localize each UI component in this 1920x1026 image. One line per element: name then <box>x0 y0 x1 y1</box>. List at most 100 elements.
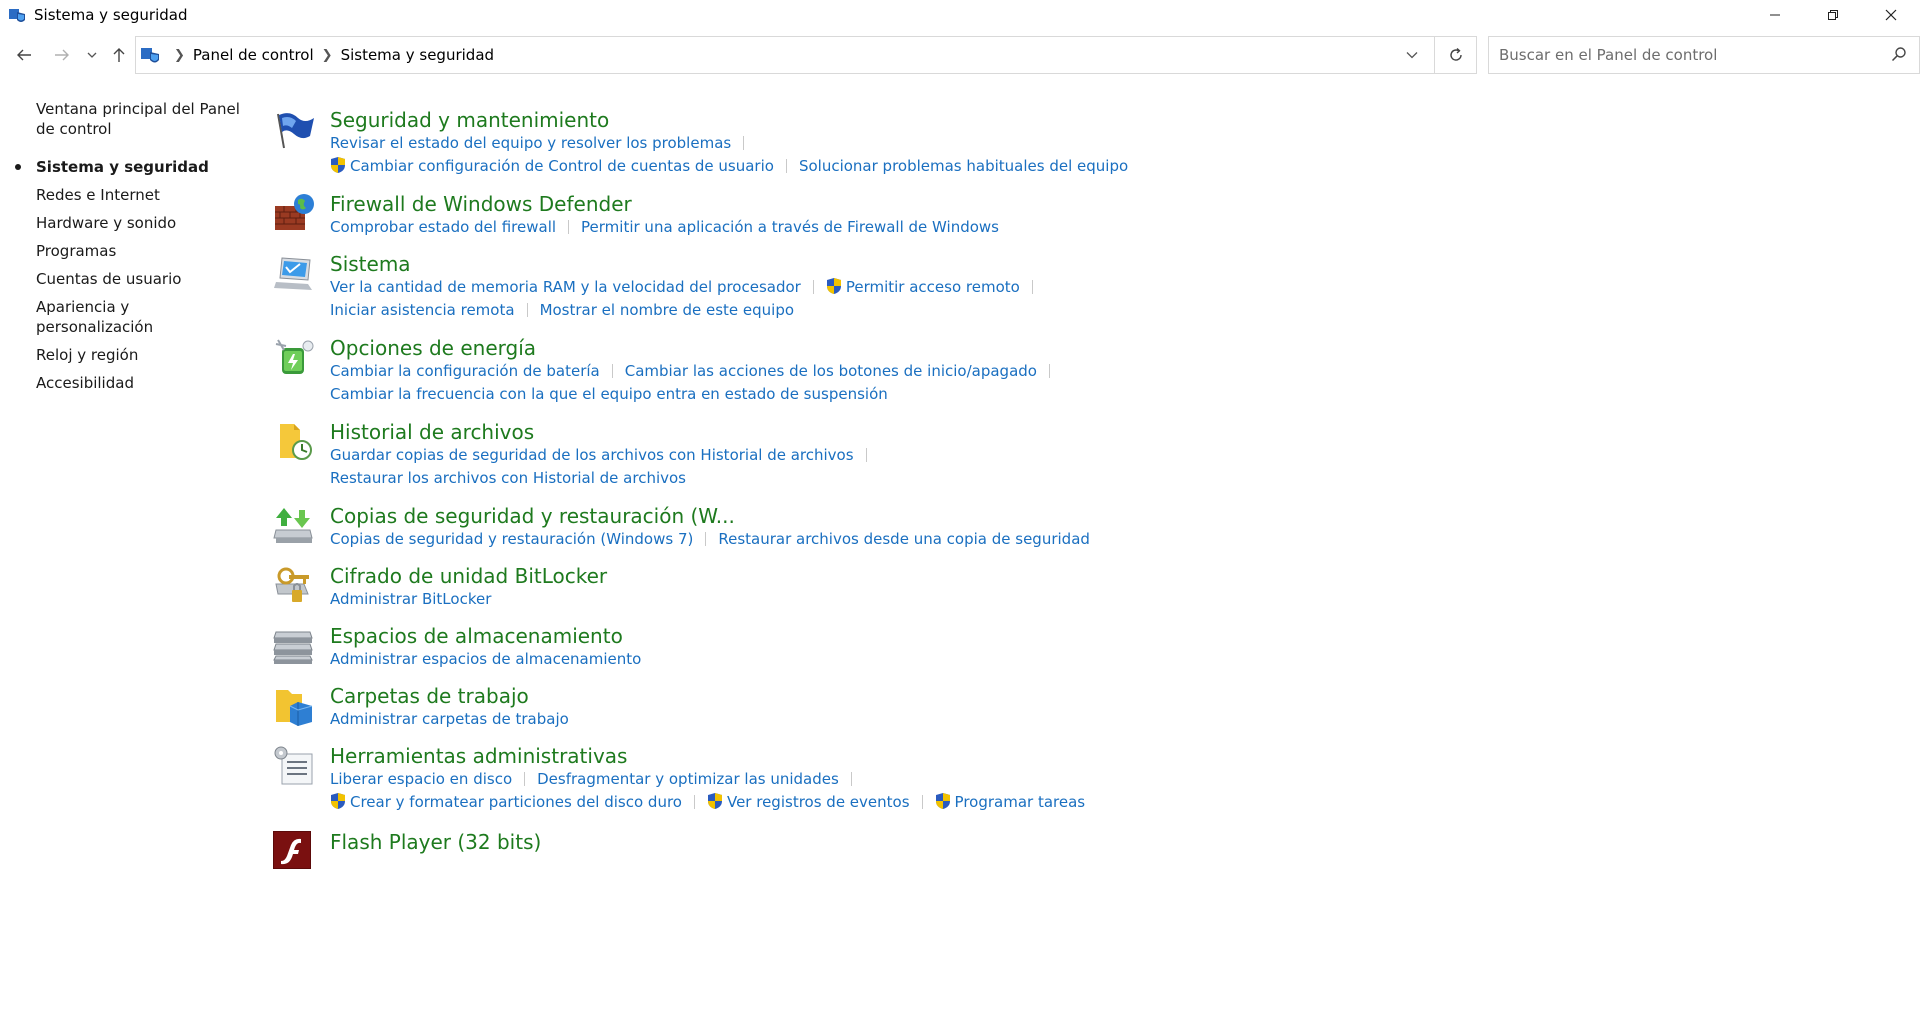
link-troubleshoot[interactable]: Solucionar problemas habituales del equi… <box>799 157 1128 175</box>
link-line: Liberar espacio en disco Desfragmentar y … <box>330 768 1672 791</box>
arrow-right-icon <box>55 49 69 61</box>
forward-button[interactable] <box>48 36 76 74</box>
sidebar: Ventana principal del Panel de control S… <box>0 99 260 401</box>
control-panel-icon <box>141 48 159 63</box>
link-firewall-status[interactable]: Comprobar estado del firewall <box>330 218 556 236</box>
link-event-logs[interactable]: Ver registros de eventos <box>727 793 910 811</box>
category-title[interactable]: Firewall de Windows Defender <box>330 192 1672 216</box>
link-line: Cambiar configuración de Control de cuen… <box>330 155 1672 178</box>
refresh-button[interactable] <box>1434 36 1477 74</box>
active-bullet <box>15 164 21 170</box>
address-dropdown-button[interactable] <box>1406 47 1418 63</box>
uac-shield-icon <box>331 157 345 173</box>
flag-icon <box>277 113 314 149</box>
link-backup-windows7[interactable]: Copias de seguridad y restauración (Wind… <box>330 530 693 548</box>
window-title: Sistema y seguridad <box>34 6 188 24</box>
breadcrumb-separator[interactable]: ❯ <box>322 48 333 63</box>
sidebar-item-appearance[interactable]: Apariencia y personalización <box>0 297 250 337</box>
category-title[interactable]: Opciones de energía <box>330 336 1672 360</box>
file-history-icon <box>280 424 312 460</box>
category-title[interactable]: Herramientas administrativas <box>330 744 1672 768</box>
link-line: Cambiar la frecuencia con la que el equi… <box>330 383 1672 406</box>
link-computer-name[interactable]: Mostrar el nombre de este equipo <box>540 301 795 319</box>
computer-icon <box>274 257 312 290</box>
link-disk-cleanup[interactable]: Liberar espacio en disco <box>330 770 512 788</box>
category-title[interactable]: Historial de archivos <box>330 420 1672 444</box>
uac-shield-icon <box>935 793 950 809</box>
sidebar-item-programs[interactable]: Programas <box>0 241 250 261</box>
category-bitlocker: Cifrado de unidad BitLocker Administrar … <box>272 564 1672 624</box>
category-title[interactable]: Espacios de almacenamiento <box>330 624 1672 648</box>
sidebar-item-hardware-sound[interactable]: Hardware y sonido <box>0 213 250 233</box>
address-bar[interactable]: ❯ Panel de control ❯ Sistema y seguridad <box>135 36 1477 74</box>
link-power-buttons[interactable]: Cambiar las acciones de los botones de i… <box>625 362 1037 380</box>
category-title[interactable]: Cifrado de unidad BitLocker <box>330 564 1672 588</box>
breadcrumb-system-security[interactable]: Sistema y seguridad <box>341 46 494 64</box>
link-view-ram[interactable]: Ver la cantidad de memoria RAM y la velo… <box>330 278 801 296</box>
category-title[interactable]: Copias de seguridad y restauración (W... <box>330 504 1672 528</box>
link-review-status[interactable]: Revisar el estado del equipo y resolver … <box>330 134 731 152</box>
up-button[interactable] <box>108 36 130 74</box>
category-security-maintenance: Seguridad y mantenimiento Revisar el est… <box>272 108 1672 192</box>
link-separator <box>743 136 745 150</box>
link-remote-access[interactable]: Permitir acceso remoto <box>846 278 1020 296</box>
link-uac-settings[interactable]: Cambiar configuración de Control de cuen… <box>350 157 774 175</box>
link-separator <box>921 795 923 809</box>
link-line: Administrar BitLocker <box>330 588 1672 611</box>
link-separator <box>1048 364 1050 378</box>
search-icon[interactable] <box>1891 46 1907 62</box>
link-manage-bitlocker[interactable]: Administrar BitLocker <box>330 590 491 608</box>
sidebar-item-control-panel-home[interactable]: Ventana principal del Panel de control <box>0 99 250 139</box>
link-defragment[interactable]: Desfragmentar y optimizar las unidades <box>537 770 839 788</box>
recent-locations-button[interactable] <box>82 36 102 74</box>
admin-tools-icon <box>274 746 313 785</box>
sidebar-item-clock-region[interactable]: Reloj y región <box>0 345 250 365</box>
link-line: Administrar espacios de almacenamiento <box>330 648 1672 671</box>
link-save-backups[interactable]: Guardar copias de seguridad de los archi… <box>330 446 854 464</box>
minimize-button[interactable] <box>1746 0 1804 30</box>
category-title[interactable]: Seguridad y mantenimiento <box>330 108 1672 132</box>
title-bar: Sistema y seguridad <box>0 0 1920 30</box>
sidebar-item-label: Cuentas de usuario <box>36 270 182 288</box>
close-button[interactable] <box>1862 0 1920 30</box>
sidebar-item-label: Hardware y sonido <box>36 214 177 232</box>
link-allow-app[interactable]: Permitir una aplicación a través de Fire… <box>581 218 999 236</box>
category-title[interactable]: Flash Player (32 bits) <box>330 830 1672 854</box>
breadcrumb-control-panel[interactable]: Panel de control <box>193 46 314 64</box>
category-title[interactable]: Carpetas de trabajo <box>330 684 1672 708</box>
back-button[interactable] <box>10 36 38 74</box>
firewall-icon <box>275 194 314 230</box>
link-line: Crear y formatear particiones del disco … <box>330 791 1672 814</box>
link-battery-settings[interactable]: Cambiar la configuración de batería <box>330 362 600 380</box>
search-input[interactable] <box>1497 45 1877 65</box>
uac-shield-icon <box>707 793 722 809</box>
link-separator <box>850 772 852 786</box>
category-storage-spaces: Espacios de almacenamiento Administrar e… <box>272 624 1672 684</box>
category-title[interactable]: Sistema <box>330 252 1672 276</box>
link-manage-work-folders[interactable]: Administrar carpetas de trabajo <box>330 710 569 728</box>
link-line: Administrar carpetas de trabajo <box>330 708 1672 731</box>
link-manage-storage[interactable]: Administrar espacios de almacenamiento <box>330 650 641 668</box>
category-file-history: Historial de archivos Guardar copias de … <box>272 420 1672 504</box>
search-box[interactable] <box>1488 36 1920 74</box>
link-sleep-frequency[interactable]: Cambiar la frecuencia con la que el equi… <box>330 385 888 403</box>
link-separator <box>693 795 695 809</box>
sidebar-item-user-accounts[interactable]: Cuentas de usuario <box>0 269 250 289</box>
link-schedule-tasks[interactable]: Programar tareas <box>955 793 1086 811</box>
sidebar-item-network-internet[interactable]: Redes e Internet <box>0 185 250 205</box>
work-folders-icon <box>276 690 313 726</box>
flash-icon <box>273 831 311 869</box>
category-admin-tools: Herramientas administrativas Liberar esp… <box>272 744 1672 830</box>
link-remote-assistance[interactable]: Iniciar asistencia remota <box>330 301 515 319</box>
sidebar-item-label: Ventana principal del Panel de control <box>36 100 240 138</box>
link-restore-files[interactable]: Restaurar los archivos con Historial de … <box>330 469 686 487</box>
link-disk-partitions[interactable]: Crear y formatear particiones del disco … <box>350 793 682 811</box>
breadcrumb-separator[interactable]: ❯ <box>174 48 185 63</box>
sidebar-item-accessibility[interactable]: Accesibilidad <box>0 373 250 393</box>
restore-button[interactable] <box>1804 0 1862 30</box>
link-restore-from-backup[interactable]: Restaurar archivos desde una copia de se… <box>718 530 1090 548</box>
bitlocker-icon <box>275 567 309 602</box>
sidebar-item-system-security[interactable]: Sistema y seguridad <box>0 157 250 177</box>
uac-shield-icon <box>826 278 841 294</box>
restore-icon <box>1828 10 1838 20</box>
